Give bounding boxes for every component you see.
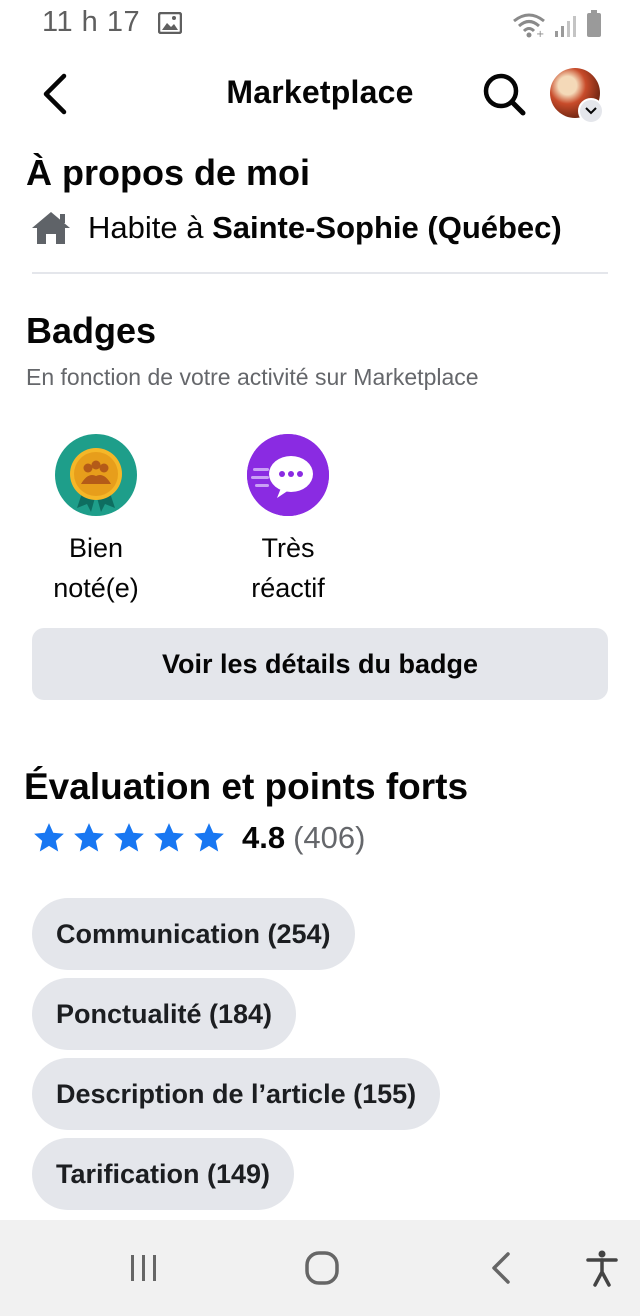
- home-circle-icon: [305, 1251, 339, 1285]
- rating-count: (406): [293, 820, 366, 855]
- system-nav-bar: [0, 1220, 640, 1316]
- lives-in-prefix: Habite à: [88, 210, 213, 245]
- badge-label-line2: réactif: [251, 573, 325, 603]
- group-medal-icon: [55, 434, 137, 516]
- badge-highly-rated[interactable]: Bien noté(e): [26, 434, 166, 608]
- badges-heading: Badges: [26, 310, 157, 351]
- svg-text:+: +: [536, 29, 544, 38]
- rating-summary: 4.8 (406): [32, 820, 365, 856]
- recent-apps-button[interactable]: [124, 1248, 164, 1288]
- page-title: Marketplace: [226, 74, 414, 110]
- status-bar: 11 h 17 +: [0, 0, 640, 50]
- wifi-icon: +: [512, 12, 546, 43]
- gallery-notification-icon: [157, 11, 183, 39]
- lives-in-row: Habite à Sainte-Sophie (Québec): [30, 210, 562, 246]
- status-time: 11 h 17: [42, 6, 141, 38]
- about-heading: À propos de moi: [26, 152, 311, 193]
- search-icon: [483, 73, 526, 116]
- highlight-chip-punctuality[interactable]: Ponctualité (184): [32, 978, 297, 1050]
- star-icon: [74, 823, 104, 852]
- section-divider: [32, 272, 608, 274]
- search-button[interactable]: [480, 70, 528, 118]
- app-header: Marketplace: [0, 56, 640, 132]
- lives-in-location: Sainte-Sophie (Québec): [212, 210, 562, 245]
- highlight-chip-pricing[interactable]: Tarification (149): [32, 1138, 295, 1210]
- chat-bubble-icon: [247, 434, 329, 516]
- badge-label-line1: Bien: [68, 533, 124, 563]
- badge-label-line1: Très: [261, 533, 315, 563]
- star-icon: [194, 823, 224, 852]
- home-button[interactable]: [302, 1248, 342, 1288]
- system-back-button[interactable]: [482, 1248, 522, 1288]
- rating-heading: Évaluation et points forts: [24, 766, 469, 807]
- badge-very-responsive[interactable]: Très réactif: [218, 434, 358, 608]
- badge-label-line2: noté(e): [53, 573, 139, 603]
- badge-details-button[interactable]: Voir les détails du badge: [32, 628, 608, 700]
- star-icon: [154, 823, 184, 852]
- accessibility-icon: [586, 1250, 618, 1287]
- rating-value: 4.8: [242, 820, 286, 855]
- highlight-chip-communication[interactable]: Communication (254): [32, 898, 355, 970]
- star-icon: [34, 823, 64, 852]
- accessibility-button[interactable]: [582, 1248, 622, 1288]
- star-icon: [114, 823, 144, 852]
- recent-apps-icon: [131, 1255, 156, 1281]
- chevron-left-icon: [492, 1252, 510, 1284]
- highlight-chip-description[interactable]: Description de l’article (155): [32, 1058, 441, 1130]
- badges-subtitle: En fonction de votre activité sur Market…: [26, 364, 479, 390]
- home-icon: [32, 212, 70, 244]
- signal-icon: [554, 14, 578, 43]
- chevron-down-icon[interactable]: [578, 98, 604, 124]
- battery-icon: [586, 10, 602, 43]
